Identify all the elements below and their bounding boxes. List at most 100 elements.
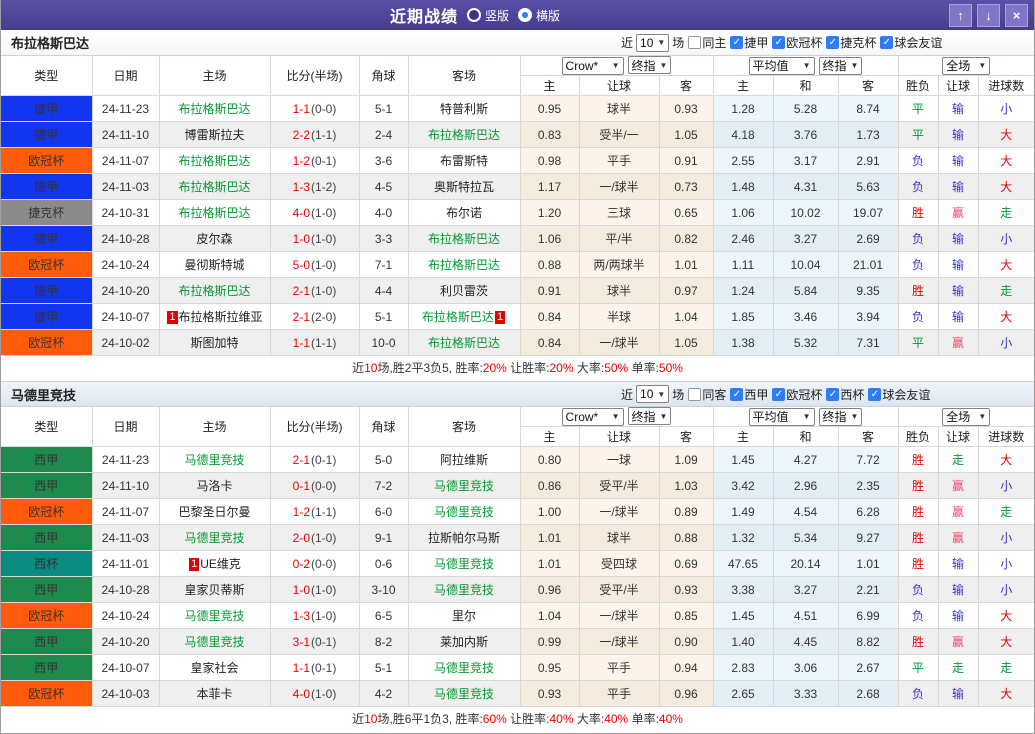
- odds-group-header: Crow* ▼ 终指 ▼: [519, 406, 714, 427]
- arrow-up-icon: ↑: [957, 7, 964, 23]
- away-team: 马德里竞技: [407, 472, 521, 499]
- league-filter-label: 欧冠杯: [786, 36, 823, 50]
- avg-draw: 3.33: [772, 680, 839, 707]
- league-filter[interactable]: ✓ 欧冠杯: [772, 34, 822, 51]
- chevron-down-icon: ▼: [978, 61, 987, 70]
- fulltime-score: 0-1: [292, 478, 310, 493]
- checkbox-unchecked-icon[interactable]: [688, 387, 702, 401]
- avg-select[interactable]: 平均值 ▼: [748, 56, 815, 75]
- bookmaker-select[interactable]: Crow* ▼: [561, 56, 624, 75]
- summary-segment: 60%: [482, 712, 507, 726]
- team-name-link: UE维克: [200, 557, 241, 571]
- avg-home: 1.11: [712, 251, 774, 278]
- league-badge: 西杯: [1, 550, 93, 577]
- checkbox-unchecked-icon[interactable]: [688, 36, 702, 49]
- summary-segment: 大率:: [573, 712, 605, 726]
- checkbox-checked-icon[interactable]: ✓: [826, 36, 840, 49]
- league-badge: 西甲: [1, 576, 93, 603]
- odds-away: 1.05: [658, 329, 714, 356]
- checkbox-checked-icon[interactable]: ✓: [730, 387, 744, 401]
- home-team: 马德里竞技: [158, 602, 271, 629]
- fulltime-score: 1-3: [292, 608, 310, 623]
- result-outcome-header: 胜负: [897, 75, 939, 96]
- handicap-line: 受半/一: [578, 121, 660, 148]
- match-row: 西甲 24-11-23 马德里竞技 2-1(0-1) 5-0 阿拉维斯 0.80 一球 1.09…: [1, 446, 1034, 473]
- score: 5-0(1-0): [269, 251, 360, 278]
- chevron-down-icon: ▼: [850, 412, 859, 421]
- checkbox-checked-icon[interactable]: ✓: [772, 36, 786, 49]
- handicap-line-header: 让球: [578, 75, 660, 96]
- league-filter[interactable]: ✓ 西甲: [730, 386, 768, 403]
- avg-stage-select[interactable]: 终指 ▼: [818, 407, 863, 426]
- home-team: 皇家社会: [158, 654, 271, 681]
- chevron-down-icon: ▼: [659, 411, 668, 421]
- avg-home: 2.46: [712, 225, 774, 252]
- avg-draw: 3.17: [772, 147, 839, 174]
- chevron-down-icon: ▼: [657, 389, 666, 399]
- match-row: 欧冠杯 24-10-24 曼彻斯特城 5-0(1-0) 7-1 布拉格斯巴达 0.88 两/两…: [1, 251, 1034, 278]
- checkbox-checked-icon[interactable]: ✓: [880, 36, 894, 49]
- home-team: 马洛卡: [158, 472, 271, 499]
- layout-radio-horizontal[interactable]: 横版: [518, 7, 560, 24]
- odds-stage-select[interactable]: 终指 ▼: [627, 56, 672, 75]
- result-goals: 走: [977, 654, 1034, 681]
- result-outcome: 负: [897, 173, 939, 200]
- team-name-link: 皇家贝蒂斯: [184, 583, 245, 597]
- league-filter[interactable]: ✓ 球会友谊: [868, 386, 930, 403]
- match-count-select[interactable]: 10 ▼: [636, 33, 670, 52]
- avg-select-value: 平均值: [752, 410, 789, 424]
- league-filter[interactable]: ✓ 捷甲: [730, 34, 768, 51]
- league-filter[interactable]: ✓ 西杯: [826, 386, 864, 403]
- odds-away: 1.01: [658, 251, 714, 278]
- layout-radio-vertical[interactable]: 竖版: [466, 7, 509, 24]
- checkbox-checked-icon[interactable]: ✓: [730, 36, 744, 49]
- odds-home: 0.95: [519, 654, 580, 681]
- result-handicap: 走: [937, 446, 979, 473]
- scope-select[interactable]: 全场 ▼: [942, 407, 991, 426]
- avg-stage-select[interactable]: 终指 ▼: [818, 56, 863, 75]
- match-row: 欧冠杯 24-10-03 本菲卡 4-0(1-0) 4-2 马德里竞技 0.93 平手 0.96…: [1, 680, 1034, 707]
- close-button[interactable]: ×: [1005, 3, 1028, 27]
- odds-away: 0.93: [658, 576, 714, 603]
- scope-select[interactable]: 全场 ▼: [942, 56, 991, 75]
- scope-select-value: 全场: [946, 410, 971, 424]
- league-filter[interactable]: ✓ 欧冠杯: [772, 386, 822, 403]
- result-goals: 小: [977, 472, 1034, 499]
- league-filter[interactable]: ✓ 球会友谊: [880, 34, 942, 51]
- bookmaker-select[interactable]: Crow* ▼: [561, 407, 624, 426]
- halftime-score: (1-0): [311, 530, 337, 545]
- checkbox-checked-icon[interactable]: ✓: [826, 387, 840, 401]
- avg-select[interactable]: 平均值 ▼: [748, 407, 815, 426]
- handicap-line: 受四球: [578, 550, 660, 577]
- odds-home: 1.01: [519, 524, 580, 551]
- avg-home: 1.45: [712, 602, 774, 629]
- corner-score: 2-4: [358, 121, 409, 148]
- avg-stage-select-value: 终指: [822, 410, 847, 424]
- match-row: 西甲 24-10-20 马德里竞技 3-1(0-1) 8-2 莱加内斯 0.99 一/球半 0.…: [1, 628, 1034, 655]
- same-venue-filter[interactable]: 同客: [688, 386, 726, 403]
- same-venue-filter[interactable]: 同主: [688, 34, 726, 51]
- team-name-link: 布拉格斯巴达: [427, 336, 500, 350]
- avg-draw: 2.96: [772, 472, 839, 499]
- league-badge: 欧冠杯: [1, 680, 93, 707]
- avg-group-header: 平均值 ▼ 终指 ▼: [712, 55, 899, 76]
- checkbox-checked-icon[interactable]: ✓: [772, 387, 786, 401]
- avg-away: 19.07: [837, 199, 899, 226]
- away-team: 奥斯特拉瓦: [407, 173, 521, 200]
- checkbox-checked-icon[interactable]: ✓: [868, 387, 882, 401]
- match-count-select[interactable]: 10 ▼: [636, 385, 670, 403]
- result-goals: 大: [977, 303, 1034, 330]
- move-up-button[interactable]: ↑: [949, 3, 972, 27]
- result-handicap: 输: [937, 277, 979, 304]
- team-name-link: 马洛卡: [196, 479, 233, 493]
- odds-stage-select[interactable]: 终指 ▼: [627, 407, 672, 426]
- chevron-down-icon: ▼: [611, 412, 620, 422]
- match-date: 24-10-28: [91, 576, 160, 603]
- team-name-link: 布拉格斯拉维亚: [178, 310, 263, 324]
- avg-draw: 5.28: [772, 95, 839, 122]
- league-filter[interactable]: ✓ 捷克杯: [826, 34, 876, 51]
- col-date-header: 日期: [91, 55, 160, 96]
- team-name-link: 阿拉维斯: [439, 453, 488, 467]
- move-down-button[interactable]: ↓: [977, 3, 1000, 27]
- radio-unselected-icon: [466, 8, 481, 22]
